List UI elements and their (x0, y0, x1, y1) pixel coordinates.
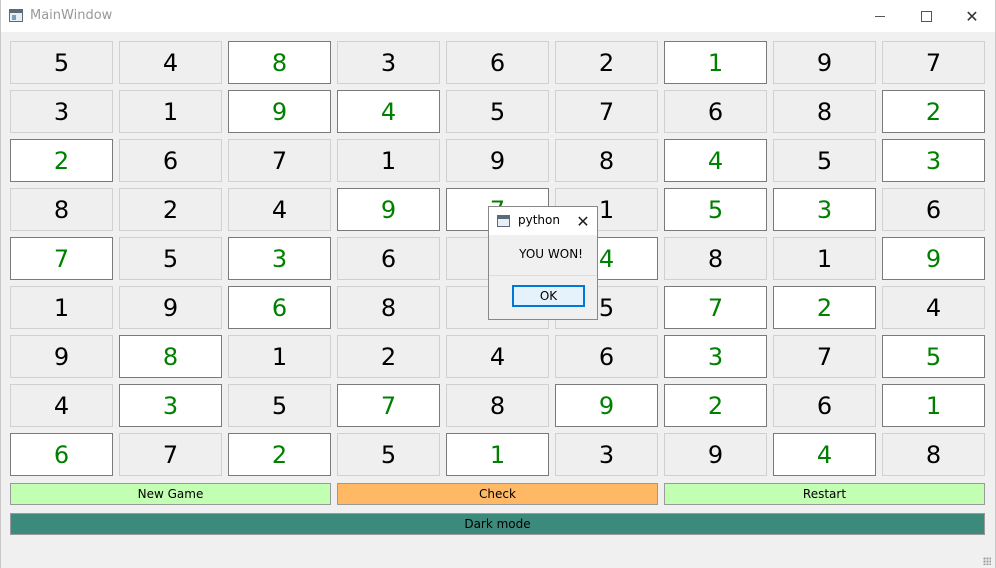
cell-fixed: 8 (446, 384, 549, 427)
cell-input[interactable]: 7 (337, 384, 440, 427)
cell-fixed: 4 (446, 335, 549, 378)
cell-fixed: 2 (119, 188, 222, 231)
cell-fixed: 9 (119, 286, 222, 329)
cell-input[interactable]: 1 (882, 384, 985, 427)
cell-input[interactable]: 4 (773, 433, 876, 476)
cell-input[interactable]: 9 (555, 384, 658, 427)
cell-input[interactable]: 9 (228, 90, 331, 133)
cell-fixed: 5 (446, 90, 549, 133)
cell-input[interactable]: 9 (882, 237, 985, 280)
cell-fixed: 5 (337, 433, 440, 476)
dialog-ok-button[interactable]: OK (512, 285, 585, 307)
cell-input[interactable]: 2 (10, 139, 113, 182)
dialog-title-bar: python ✕ (489, 207, 597, 235)
cell-input[interactable]: 8 (228, 41, 331, 84)
cell-input[interactable]: 8 (119, 335, 222, 378)
cell-input[interactable]: 2 (882, 90, 985, 133)
close-icon: ✕ (965, 6, 979, 26)
cell-fixed: 9 (773, 41, 876, 84)
cell-fixed: 1 (10, 286, 113, 329)
cell-fixed: 1 (119, 90, 222, 133)
maximize-icon (920, 10, 932, 22)
cell-fixed: 7 (773, 335, 876, 378)
cell-input[interactable]: 3 (228, 237, 331, 280)
cell-input[interactable]: 3 (119, 384, 222, 427)
message-dialog: python ✕ YOU WON! OK (488, 206, 598, 320)
cell-input[interactable]: 2 (228, 433, 331, 476)
cell-fixed: 4 (228, 188, 331, 231)
resize-grip[interactable] (983, 557, 991, 565)
restart-button[interactable]: Restart (664, 483, 985, 505)
cell-fixed: 6 (119, 139, 222, 182)
minimize-icon (875, 15, 885, 17)
cell-fixed: 4 (119, 41, 222, 84)
cell-fixed: 2 (555, 41, 658, 84)
cell-input[interactable]: 6 (10, 433, 113, 476)
dialog-app-icon (497, 215, 510, 227)
dialog-message: YOU WON! (519, 247, 583, 261)
window-title: MainWindow (30, 8, 113, 23)
cell-input[interactable]: 3 (773, 188, 876, 231)
cell-fixed: 8 (10, 188, 113, 231)
cell-fixed: 6 (664, 90, 767, 133)
cell-fixed: 2 (337, 335, 440, 378)
close-button[interactable]: ✕ (949, 0, 995, 32)
cell-fixed: 6 (882, 188, 985, 231)
cell-fixed: 5 (773, 139, 876, 182)
cell-input[interactable]: 3 (882, 139, 985, 182)
cell-fixed: 4 (882, 286, 985, 329)
dialog-close-button[interactable]: ✕ (573, 210, 593, 232)
cell-fixed: 1 (228, 335, 331, 378)
cell-fixed: 8 (773, 90, 876, 133)
cell-input[interactable]: 1 (664, 41, 767, 84)
cell-fixed: 7 (119, 433, 222, 476)
cell-fixed: 6 (446, 41, 549, 84)
cell-fixed: 8 (337, 286, 440, 329)
dark-mode-button[interactable]: Dark mode (10, 513, 985, 535)
cell-input[interactable]: 5 (664, 188, 767, 231)
app-window-icon (9, 9, 23, 22)
cell-input[interactable]: 4 (664, 139, 767, 182)
cell-input[interactable]: 4 (337, 90, 440, 133)
cell-fixed: 1 (773, 237, 876, 280)
cell-input[interactable]: 2 (773, 286, 876, 329)
title-bar: MainWindow ✕ (1, 0, 995, 32)
cell-fixed: 5 (119, 237, 222, 280)
cell-input[interactable]: 1 (446, 433, 549, 476)
cell-fixed: 3 (555, 433, 658, 476)
minimize-button[interactable] (857, 0, 903, 32)
cell-fixed: 9 (446, 139, 549, 182)
cell-fixed: 8 (882, 433, 985, 476)
maximize-button[interactable] (903, 0, 949, 32)
cell-fixed: 6 (555, 335, 658, 378)
cell-fixed: 4 (10, 384, 113, 427)
cell-input[interactable]: 5 (882, 335, 985, 378)
main-window: MainWindow ✕ 548362197319457682267198453… (0, 0, 996, 568)
new-game-button[interactable]: New Game (10, 483, 331, 505)
cell-fixed: 7 (228, 139, 331, 182)
cell-input[interactable]: 2 (664, 384, 767, 427)
dialog-title: python (518, 213, 560, 227)
cell-fixed: 9 (664, 433, 767, 476)
cell-fixed: 8 (555, 139, 658, 182)
close-icon: ✕ (576, 211, 590, 231)
cell-fixed: 3 (10, 90, 113, 133)
check-button[interactable]: Check (337, 483, 658, 505)
cell-input[interactable]: 7 (664, 286, 767, 329)
cell-input[interactable]: 3 (664, 335, 767, 378)
cell-fixed: 6 (773, 384, 876, 427)
cell-fixed: 6 (337, 237, 440, 280)
cell-input[interactable]: 7 (10, 237, 113, 280)
cell-fixed: 9 (10, 335, 113, 378)
cell-input[interactable]: 6 (228, 286, 331, 329)
cell-fixed: 7 (555, 90, 658, 133)
cell-fixed: 5 (228, 384, 331, 427)
cell-input[interactable]: 9 (337, 188, 440, 231)
cell-fixed: 5 (10, 41, 113, 84)
cell-fixed: 7 (882, 41, 985, 84)
cell-fixed: 1 (337, 139, 440, 182)
cell-fixed: 3 (337, 41, 440, 84)
cell-fixed: 8 (664, 237, 767, 280)
